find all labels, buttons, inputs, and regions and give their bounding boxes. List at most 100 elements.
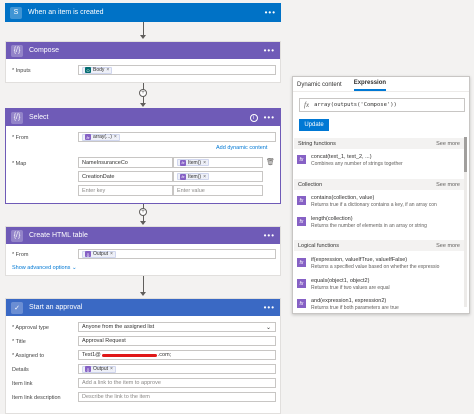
item-token[interactable]: fx Item() × xyxy=(177,159,209,166)
remove-token-icon[interactable]: × xyxy=(203,160,206,166)
output-token[interactable]: {} Output × xyxy=(82,250,116,258)
remove-token-icon[interactable]: × xyxy=(110,251,113,257)
function-item[interactable]: fx length(collection) Returns the number … xyxy=(297,216,461,232)
details-field[interactable]: {} Output × xyxy=(78,364,276,374)
html-table-title: Create HTML table xyxy=(29,232,88,239)
section-logical-functions: Logical functions See more xyxy=(294,240,464,251)
redacted-email xyxy=(101,353,157,357)
function-item[interactable]: fx concat(text_1, text_2, ...) Combines a… xyxy=(297,154,461,170)
enter-key-field[interactable]: Enter key xyxy=(78,185,173,196)
from-field[interactable]: fx array(...) × xyxy=(78,132,276,142)
html-table-header[interactable]: {/} Create HTML table ••• xyxy=(6,227,280,244)
fx-icon: fx xyxy=(180,173,186,180)
from-label: * From xyxy=(12,252,29,258)
title-label: * Title xyxy=(12,339,26,345)
body-token[interactable]: O Body × xyxy=(82,66,113,74)
select-title: Select xyxy=(29,114,49,121)
title-input[interactable]: Approval Request xyxy=(78,336,276,346)
info-icon[interactable]: i xyxy=(249,113,258,122)
more-options-icon[interactable]: ••• xyxy=(264,46,275,55)
compose-token-icon: {} xyxy=(85,366,91,372)
assigned-to-label: * Assigned to xyxy=(12,353,45,359)
select-icon: {/} xyxy=(11,111,23,124)
from-label: * From xyxy=(12,135,29,141)
fx-icon: fx xyxy=(297,155,306,164)
function-item[interactable]: fx if(expression, valueIfTrue, valueIfFa… xyxy=(297,257,461,273)
from-field[interactable]: {} Output × xyxy=(78,249,276,259)
fx-icon: fx xyxy=(297,217,306,226)
details-label: Details xyxy=(12,367,29,373)
array-token[interactable]: fx array(...) × xyxy=(82,133,120,141)
tab-expression[interactable]: Expression xyxy=(353,80,387,91)
approval-card: ✓ Start an approval ••• * Approval type … xyxy=(5,298,281,414)
map-value-1[interactable]: fx Item() × xyxy=(173,157,263,168)
more-options-icon[interactable]: ••• xyxy=(264,113,275,122)
fx-icon: fx xyxy=(297,299,306,308)
select-card: {/} Select i ••• * From fx array(...) × … xyxy=(5,108,281,204)
remove-token-icon[interactable]: × xyxy=(110,366,113,372)
fx-icon: fx xyxy=(297,279,306,288)
add-step-plus-icon[interactable]: + xyxy=(139,208,147,216)
compose-card: {/} Compose ••• * Inputs O Body × xyxy=(5,41,281,83)
scrollbar-thumb[interactable] xyxy=(464,137,467,172)
remove-token-icon[interactable]: × xyxy=(114,134,117,140)
item-link-description-label: Item link description xyxy=(12,395,61,401)
output-token[interactable]: {} Output × xyxy=(82,365,116,373)
item-link-description-input[interactable]: Describe the link to the item xyxy=(78,392,276,402)
more-options-icon[interactable]: ••• xyxy=(264,303,275,312)
fx-icon: fx xyxy=(304,101,310,109)
chevron-down-icon: ⌄ xyxy=(71,265,77,271)
fx-icon: fx xyxy=(297,258,306,267)
item-token[interactable]: fx Item() × xyxy=(177,173,209,180)
tab-dynamic-content[interactable]: Dynamic content xyxy=(297,82,342,91)
approval-header[interactable]: ✓ Start an approval ••• xyxy=(6,299,280,316)
chevron-down-icon: ⌄ xyxy=(265,324,271,331)
remove-token-icon[interactable]: × xyxy=(106,67,109,73)
function-item[interactable]: fx and(expression1, expression2) Returns … xyxy=(297,298,461,314)
approval-type-label: * Approval type xyxy=(12,325,49,331)
see-more-link[interactable]: See more xyxy=(436,243,460,249)
trigger-card[interactable]: S When an item is created ••• xyxy=(5,3,281,22)
section-collection: Collection See more xyxy=(294,179,464,190)
trigger-header[interactable]: S When an item is created ••• xyxy=(5,3,281,22)
fx-icon: fx xyxy=(297,196,306,205)
function-item[interactable]: fx equals(object1, object2) Returns true … xyxy=(297,278,461,294)
see-more-link[interactable]: See more xyxy=(436,141,460,147)
approval-type-select[interactable]: Anyone from the assigned list ⌄ xyxy=(78,322,276,332)
show-advanced-options-link[interactable]: Show advanced options ⌄ xyxy=(12,265,77,271)
fx-icon: fx xyxy=(180,159,186,166)
map-label: * Map xyxy=(12,161,27,167)
dynamic-content-panel: Dynamic content Expression fx array(outp… xyxy=(292,76,470,314)
assigned-to-input[interactable]: Test1@ .com; xyxy=(78,350,276,360)
sharepoint-icon: S xyxy=(10,6,22,19)
add-step-plus-icon[interactable]: + xyxy=(139,89,147,97)
table-icon: {/} xyxy=(11,229,23,242)
add-dynamic-content-link[interactable]: Add dynamic content xyxy=(216,145,267,151)
panel-scrollbar[interactable] xyxy=(464,137,467,307)
compose-icon: {/} xyxy=(11,44,23,57)
expression-input[interactable]: fx array(outputs('Compose')) xyxy=(299,98,465,112)
map-key-1[interactable]: NameInsuranceCo xyxy=(78,157,173,168)
outlook-icon: O xyxy=(85,67,91,73)
html-table-card: {/} Create HTML table ••• * From {} Outp… xyxy=(5,226,281,276)
map-key-2[interactable]: CreationDate xyxy=(78,171,173,182)
compose-token-icon: {} xyxy=(85,251,91,257)
select-header[interactable]: {/} Select i ••• xyxy=(6,109,280,126)
item-link-input[interactable]: Add a link to the item to approve xyxy=(78,378,276,388)
map-value-2[interactable]: fx Item() × xyxy=(173,171,263,182)
inputs-label: * Inputs xyxy=(12,68,31,74)
fx-icon: fx xyxy=(85,134,91,140)
see-more-link[interactable]: See more xyxy=(436,182,460,188)
more-options-icon[interactable]: ••• xyxy=(264,231,275,240)
inputs-field[interactable]: O Body × xyxy=(78,65,276,75)
function-item[interactable]: fx contains(collection, value) Returns tr… xyxy=(297,195,461,211)
item-link-label: Item link xyxy=(12,381,33,387)
compose-title: Compose xyxy=(29,47,59,54)
delete-row-icon[interactable]: 🗑 xyxy=(266,158,275,166)
compose-header[interactable]: {/} Compose ••• xyxy=(6,42,280,59)
remove-token-icon[interactable]: × xyxy=(203,174,206,180)
enter-value-field[interactable]: Enter value xyxy=(173,185,263,196)
update-button[interactable]: Update xyxy=(299,119,329,131)
section-string-functions: String functions See more xyxy=(294,138,464,149)
more-options-icon[interactable]: ••• xyxy=(265,8,276,17)
